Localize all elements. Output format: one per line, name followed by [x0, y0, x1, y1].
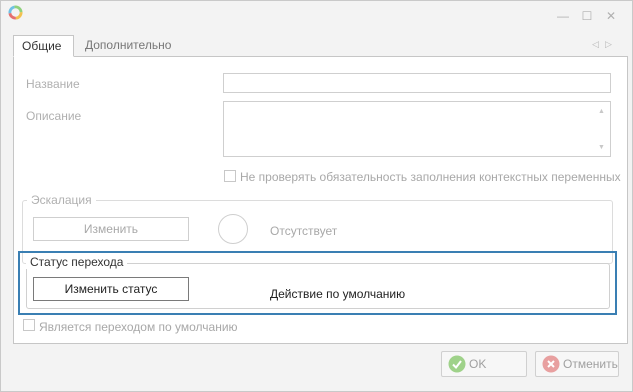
skip-check-label: Не проверять обязательность заполнения к… [240, 170, 621, 184]
description-label: Описание [26, 109, 82, 123]
title-bar: — ☐ ✕ [1, 1, 632, 33]
description-textarea[interactable] [223, 101, 611, 157]
name-input[interactable] [223, 73, 611, 93]
tab-bar: Общие Дополнительно ◁ ▷ [13, 35, 628, 57]
cancel-x-icon [542, 355, 560, 373]
escalation-status-text: Отсутствует [270, 224, 338, 238]
change-status-button[interactable]: Изменить статус [33, 277, 189, 301]
tab-scroll-left-icon[interactable]: ◁ [592, 39, 599, 50]
scroll-down-icon[interactable]: ▼ [598, 144, 624, 151]
maximize-button[interactable]: ☐ [580, 9, 594, 23]
dialog-window: — ☐ ✕ Общие Дополнительно ◁ ▷ Название О… [0, 0, 633, 392]
escalation-change-button[interactable]: Изменить [33, 217, 189, 241]
tab-general[interactable]: Общие [13, 35, 74, 57]
escalation-title: Эскалация [27, 193, 96, 207]
app-logo-icon [8, 5, 23, 20]
ok-label: OK [469, 357, 487, 371]
name-label: Название [26, 77, 80, 91]
checkmark-icon [448, 355, 466, 373]
escalation-status-icon [218, 214, 248, 244]
tab-scroll-right-icon[interactable]: ▷ [605, 39, 612, 50]
transition-status-title: Статус перехода [26, 255, 128, 269]
default-transition-label: Является переходом по умолчанию [39, 320, 238, 334]
close-button[interactable]: ✕ [604, 9, 618, 23]
default-transition-checkbox[interactable] [23, 319, 35, 331]
minimize-button[interactable]: — [556, 9, 570, 23]
ok-button[interactable]: OK [441, 351, 527, 377]
general-tab-panel: Название Описание ▲ ▼ Не проверять обяза… [13, 56, 628, 344]
cancel-button[interactable]: Отменить [535, 351, 619, 377]
scroll-up-icon[interactable]: ▲ [598, 108, 624, 115]
tab-additional[interactable]: Дополнительно [77, 35, 179, 57]
transition-action-text: Действие по умолчанию [270, 287, 406, 301]
skip-check-checkbox[interactable] [224, 170, 236, 182]
cancel-label: Отменить [563, 357, 618, 371]
